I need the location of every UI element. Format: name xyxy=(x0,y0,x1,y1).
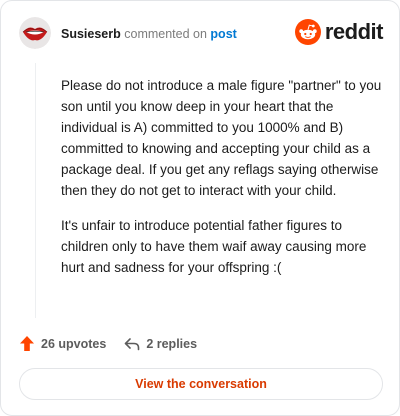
post-link[interactable]: post xyxy=(210,27,236,41)
comment-paragraph: It's unfair to introduce potential fathe… xyxy=(61,218,367,275)
replies-count: 2 replies xyxy=(146,336,198,351)
comment-header: Susieserb commented on post xyxy=(61,27,237,41)
user-avatar[interactable] xyxy=(19,17,51,49)
comment-paragraph: Please do not introduce a male figure "p… xyxy=(61,78,382,198)
comment-body: Please do not introduce a male figure "p… xyxy=(61,75,383,292)
upvote-arrow-icon xyxy=(20,336,34,351)
comment-actions: 26 upvotes 2 replies xyxy=(19,335,197,352)
thread-line xyxy=(35,63,36,318)
replies-button[interactable]: 2 replies xyxy=(124,337,197,351)
reddit-wordmark: reddit xyxy=(324,19,384,44)
upvote-button[interactable]: 26 upvotes xyxy=(19,335,106,352)
reply-arrow-icon xyxy=(125,337,140,350)
username-link[interactable]: Susieserb xyxy=(61,27,121,41)
reddit-snoo-icon xyxy=(294,19,321,45)
commented-on-text: commented on xyxy=(124,27,207,41)
reddit-logo[interactable]: reddit xyxy=(294,19,384,45)
comment-card: Susieserb commented on post reddit Pleas… xyxy=(0,0,400,416)
view-conversation-button[interactable]: View the conversation xyxy=(19,368,383,400)
upvote-count: 26 upvotes xyxy=(41,336,107,351)
